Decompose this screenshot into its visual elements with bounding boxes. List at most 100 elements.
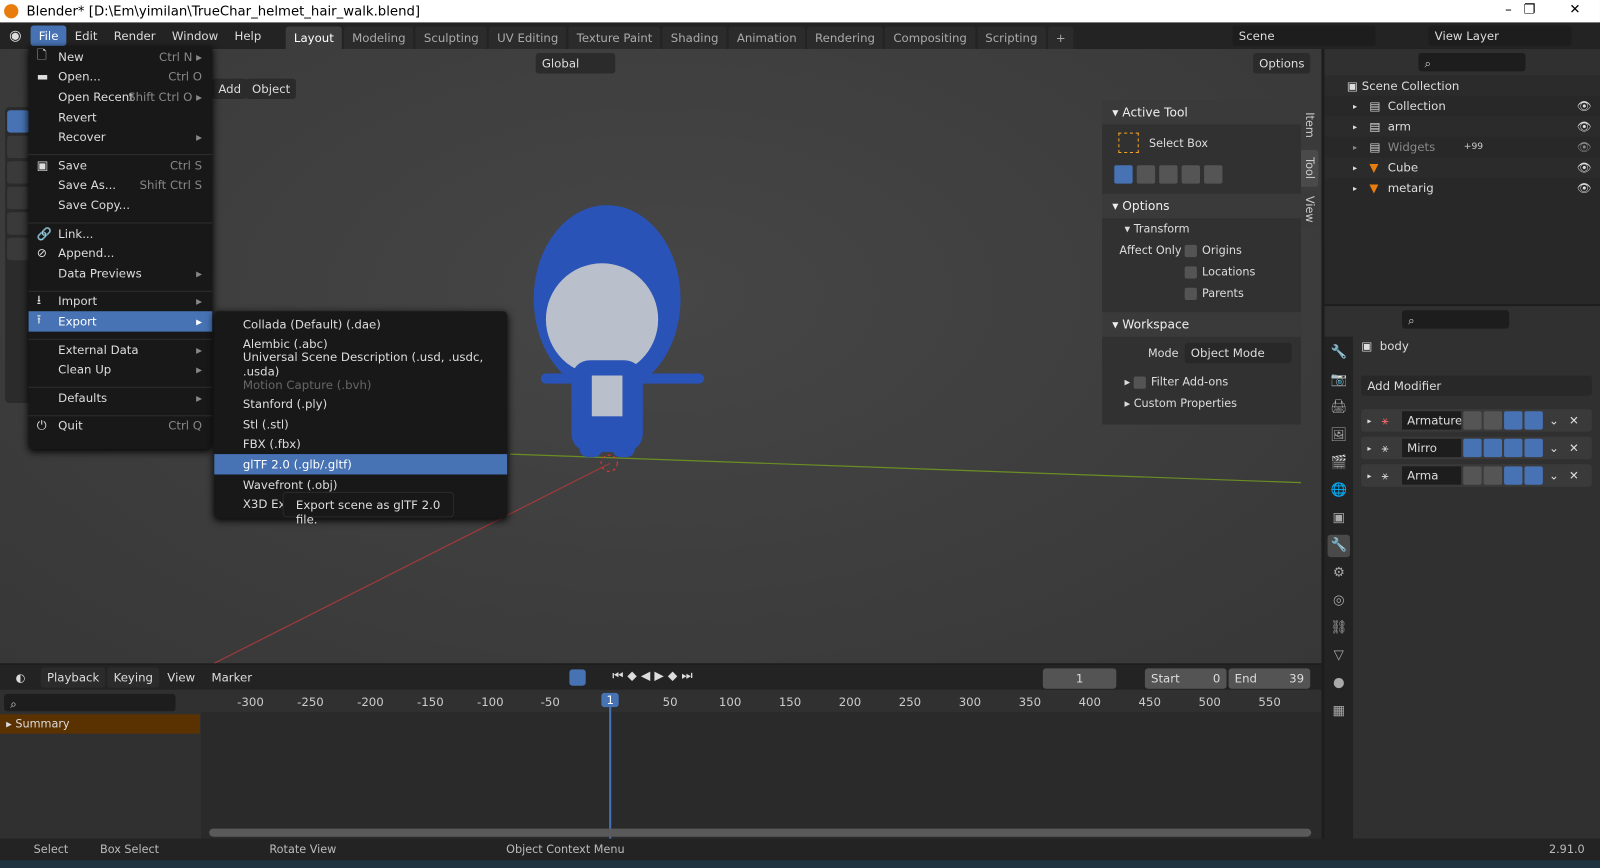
selection-mode-buttons[interactable]	[1102, 161, 1301, 188]
modifier-toggle[interactable]	[1524, 438, 1543, 458]
properties-tab-icon[interactable]: ▽	[1328, 645, 1350, 667]
export-stl-stl[interactable]: Stl (.stl)	[214, 414, 507, 434]
remove-icon[interactable]: ✕	[1569, 413, 1579, 427]
properties-tab-icon[interactable]: 📷	[1328, 369, 1350, 391]
outliner-row[interactable]: ▸ ▼ metarig 👁	[1324, 178, 1600, 198]
tab-shading[interactable]: Shading	[662, 26, 727, 49]
close-button[interactable]: ✕	[1569, 2, 1580, 17]
file-menu-data-previews[interactable]: Data Previews ▸	[29, 263, 213, 283]
modifier-name-field[interactable]: Armature	[1402, 411, 1462, 430]
file-menu-open-recent[interactable]: Open Recent Shift Ctrl O ▸	[29, 87, 213, 107]
tab-add[interactable]: +	[1047, 26, 1074, 49]
modifier-toggle[interactable]	[1504, 438, 1523, 458]
file-menu-import[interactable]: ⭳ Import ▸	[29, 291, 213, 311]
scene-selector[interactable]: Scene	[1232, 25, 1376, 46]
tab-uv-editing[interactable]: UV Editing	[488, 26, 567, 49]
eye-icon[interactable]: 👁	[1577, 160, 1592, 174]
keying-menu[interactable]: Keying	[107, 667, 160, 688]
horizontal-scrollbar[interactable]	[209, 828, 1312, 837]
summary-row[interactable]: ▸ Summary	[0, 714, 200, 734]
scene-collection-row[interactable]: ▣ Scene Collection	[1324, 75, 1600, 96]
file-menu-defaults[interactable]: Defaults ▸	[29, 388, 213, 408]
modifier-toggle[interactable]	[1483, 438, 1503, 458]
rotate-tool[interactable]	[7, 186, 30, 210]
parents-checkbox[interactable]	[1184, 287, 1197, 300]
add-modifier-dropdown[interactable]: Add Modifier	[1361, 375, 1592, 396]
file-menu-revert[interactable]: Revert	[29, 107, 213, 127]
tab-scripting[interactable]: Scripting	[977, 26, 1046, 49]
start-frame-field[interactable]: Start 0	[1144, 668, 1227, 689]
file-menu-link[interactable]: 🔗 Link...	[29, 223, 213, 243]
modifier-toggle[interactable]	[1504, 466, 1523, 485]
tab-rendering[interactable]: Rendering	[806, 26, 884, 49]
options-header[interactable]: ▾ Options	[1102, 193, 1302, 219]
transform-header[interactable]: ▾ Transform	[1102, 218, 1301, 239]
properties-tab-icon[interactable]: ◎	[1328, 590, 1350, 612]
export-collada-default-dae[interactable]: Collada (Default) (.dae)	[214, 314, 507, 334]
menu-render[interactable]: Render	[106, 26, 164, 46]
expand-arrow-icon[interactable]: ▸	[1367, 443, 1371, 452]
end-frame-field[interactable]: End 39	[1228, 668, 1311, 689]
file-menu-export[interactable]: ⭱ Export ▸	[28, 311, 213, 332]
view-menu[interactable]: View	[159, 667, 203, 687]
tab-modeling[interactable]: Modeling	[344, 26, 414, 49]
mode-dropdown[interactable]: Object Mode	[1184, 342, 1292, 364]
dropdown-icon[interactable]: ⌄	[1549, 441, 1559, 455]
modifier-toggle[interactable]	[1524, 411, 1543, 430]
expand-arrow-icon[interactable]: ▸	[1367, 471, 1371, 480]
maximize-button[interactable]: ❐	[1523, 2, 1535, 17]
menu-edit[interactable]: Edit	[67, 26, 106, 46]
tab-layout[interactable]: Layout	[285, 26, 342, 49]
modifier-name-field[interactable]: Arma	[1402, 466, 1462, 485]
outliner-row[interactable]: ▸ ▤ Collection 👁	[1324, 96, 1600, 116]
menu-file[interactable]: File	[30, 25, 67, 46]
transform-tool[interactable]	[7, 237, 30, 261]
file-menu-new[interactable]: 🗋 New Ctrl N ▸	[29, 47, 213, 67]
dopesheet-area[interactable]	[201, 712, 1322, 839]
filter-addons-checkbox[interactable]	[1133, 376, 1146, 389]
tab-item[interactable]: Item	[1301, 105, 1319, 146]
properties-tab-icon[interactable]: ●	[1328, 672, 1350, 694]
modifier-toggle[interactable]	[1504, 411, 1523, 430]
expand-arrow-icon[interactable]: ▸	[1353, 183, 1369, 192]
export-universal-scene-description-usd-usdc-usda[interactable]: Universal Scene Description (.usd, .usdc…	[214, 350, 507, 379]
view-layer-selector[interactable]: View Layer	[1428, 25, 1572, 46]
move-tool[interactable]	[7, 161, 30, 184]
select-box-tool[interactable]	[7, 110, 30, 133]
export-fbx-fbx[interactable]: FBX (.fbx)	[214, 434, 507, 454]
timeline-search[interactable]: ⌕	[4, 693, 176, 712]
editor-type-icon[interactable]: ◐	[0, 671, 41, 684]
file-menu-save[interactable]: ▣ Save Ctrl S	[29, 155, 213, 175]
outliner-row[interactable]: ▸ ▼ Cube 👁	[1324, 157, 1600, 178]
modifier-toggle[interactable]	[1483, 466, 1503, 485]
blender-menu-icon[interactable]: ◉	[0, 28, 31, 44]
expand-arrow-icon[interactable]: ▸	[1353, 163, 1369, 172]
expand-arrow-icon[interactable]: ▸	[1367, 416, 1371, 425]
custom-properties-header[interactable]: ▸ Custom Properties	[1102, 393, 1301, 414]
modifier-toggle[interactable]	[1463, 466, 1482, 485]
eye-icon[interactable]: 👁	[1577, 119, 1592, 133]
menu-help[interactable]: Help	[226, 26, 269, 46]
expand-arrow-icon[interactable]: ▸	[1353, 142, 1369, 151]
modifier-panel[interactable]: ▸ ⚹ Arma ⌄ ✕	[1361, 464, 1592, 487]
workspace-header[interactable]: ▾ Workspace	[1102, 312, 1302, 337]
outliner-row[interactable]: ▸ ▤ arm 👁	[1324, 116, 1600, 137]
file-menu-save-as[interactable]: Save As... Shift Ctrl S	[29, 175, 213, 195]
eye-icon[interactable]: 👁	[1577, 140, 1592, 154]
scale-tool[interactable]	[7, 212, 30, 235]
tab-texture-paint[interactable]: Texture Paint	[568, 26, 661, 49]
eye-icon[interactable]: 👁	[1577, 181, 1592, 195]
playback-menu[interactable]: Playback	[40, 667, 106, 688]
expand-arrow-icon[interactable]: ▸	[1353, 122, 1369, 131]
expand-arrow-icon[interactable]: ▸	[1353, 102, 1369, 111]
properties-search[interactable]: ⌕	[1402, 310, 1510, 329]
properties-tab-icon[interactable]: ⚙	[1328, 562, 1350, 584]
outliner-search[interactable]: ⌕	[1418, 53, 1526, 72]
remove-icon[interactable]: ✕	[1569, 441, 1579, 455]
modifier-panel[interactable]: ▸ ⚹ Mirro ⌄ ✕	[1361, 436, 1592, 460]
properties-tab-icon[interactable]: 🔧	[1328, 342, 1350, 364]
dropdown-icon[interactable]: ⌄	[1549, 468, 1559, 482]
file-menu-clean-up[interactable]: Clean Up ▸	[29, 359, 213, 379]
file-menu-external-data[interactable]: External Data ▸	[29, 340, 213, 360]
cursor-tool[interactable]	[7, 135, 30, 159]
